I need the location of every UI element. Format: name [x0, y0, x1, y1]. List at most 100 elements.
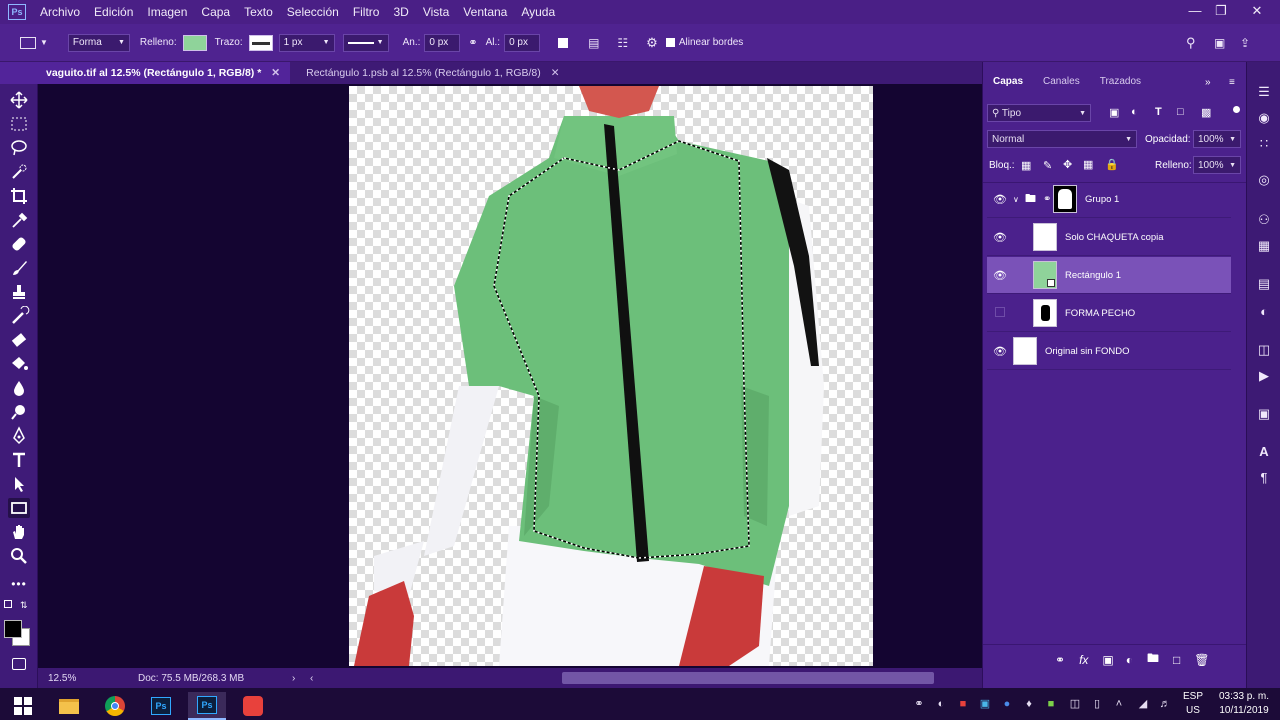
new-group-icon[interactable]: 🖿 — [1147, 649, 1159, 670]
filter-pixel-icon[interactable]: ▣ — [1109, 106, 1119, 119]
tray-app-icon[interactable]: ▣ — [978, 697, 992, 711]
fill-color-swatch[interactable] — [182, 34, 207, 51]
tray-sync-icon[interactable]: ◐ — [934, 697, 948, 711]
width-input[interactable]: 0 px — [424, 33, 461, 52]
share-icon[interactable]: ⇪ — [1240, 36, 1250, 50]
scroll-left-icon[interactable]: ‹ — [310, 673, 313, 684]
clone-stamp-tool-icon[interactable] — [8, 282, 30, 302]
more-tools-icon[interactable]: ••• — [8, 574, 30, 594]
layer-row-original-sin-fondo[interactable]: 👁 Original sin FONDO — [987, 333, 1231, 370]
path-alignment-icon[interactable]: ▤ — [588, 36, 599, 50]
history-icon[interactable]: ◫ — [1256, 342, 1272, 358]
zoom-level[interactable]: 12.5% — [48, 673, 118, 684]
status-menu-arrow-icon[interactable]: › — [292, 673, 295, 684]
zoom-tool-icon[interactable] — [8, 546, 30, 566]
chevron-down-icon[interactable]: ▼ — [40, 38, 48, 47]
adjustments-icon[interactable]: ◉ — [1256, 110, 1272, 126]
height-input[interactable]: 0 px — [504, 33, 541, 52]
horizontal-scrollbar[interactable] — [562, 672, 934, 684]
photoshop-taskbar-icon[interactable]: Ps — [142, 692, 180, 720]
restore-icon[interactable]: ❐ — [1206, 0, 1236, 24]
stroke-width-input[interactable]: 1 px ▼ — [278, 33, 335, 52]
filter-shape-icon[interactable]: □ — [1177, 106, 1184, 118]
menu-3d[interactable]: 3D — [393, 5, 408, 19]
tab-canales[interactable]: Canales — [1033, 70, 1090, 94]
rectangle-tool-preset-icon[interactable] — [20, 36, 36, 49]
close-icon[interactable]: ✕ — [1242, 0, 1272, 24]
lock-artboard-icon[interactable]: ▦ — [1083, 158, 1093, 171]
panel-menu-icon[interactable]: ≡ — [1229, 77, 1235, 88]
menu-archivo[interactable]: Archivo — [40, 5, 80, 19]
filter-toggle-icon[interactable] — [1233, 106, 1240, 113]
paragraph-icon[interactable]: ¶ — [1256, 470, 1272, 486]
close-icon[interactable]: ✕ — [551, 62, 560, 84]
tray-link-icon[interactable]: ⚭ — [912, 697, 926, 711]
hand-tool-icon[interactable] — [8, 522, 30, 542]
paint-bucket-tool-icon[interactable] — [8, 354, 30, 374]
align-edges-checkbox[interactable] — [665, 38, 675, 47]
close-icon[interactable]: ✕ — [271, 62, 280, 84]
link-icon[interactable]: ⚭ — [468, 36, 477, 49]
layer-row-forma-pecho[interactable]: FORMA PECHO — [987, 295, 1231, 332]
layers-icon[interactable]: ☰ — [1256, 84, 1272, 100]
type-tool-icon[interactable] — [8, 450, 30, 470]
panel-collapse-icon[interactable]: » — [1205, 77, 1211, 88]
filter-smart-object-icon[interactable]: ▩ — [1201, 106, 1211, 119]
fx-icon[interactable]: fx — [1079, 653, 1088, 667]
path-operations-icon[interactable] — [558, 37, 569, 48]
move-tool-icon[interactable] — [8, 90, 30, 110]
lock-transparent-icon[interactable]: ▦ — [1021, 159, 1031, 172]
menu-ventana[interactable]: Ventana — [463, 5, 507, 19]
layer-row-grupo-1[interactable]: 👁 ∨ 🖿 ⚭ Grupo 1 — [987, 181, 1231, 218]
visibility-toggle-off[interactable] — [987, 306, 1013, 320]
tray-battery-icon[interactable]: ◫ — [1068, 697, 1082, 711]
opacity-input[interactable]: 100% ▼ — [1193, 130, 1241, 148]
eye-icon[interactable]: 👁 — [987, 231, 1013, 244]
lock-image-icon[interactable]: ✎ — [1043, 159, 1052, 172]
foreground-color-swatch[interactable] — [4, 620, 22, 638]
eye-icon[interactable]: 👁 — [987, 193, 1013, 206]
brush-settings-icon[interactable]: ∷ — [1256, 136, 1272, 152]
fill-opacity-input[interactable]: 100% ▼ — [1193, 156, 1241, 174]
screen-recorder-icon[interactable] — [234, 692, 272, 720]
path-selection-tool-icon[interactable] — [8, 474, 30, 494]
quick-selection-tool-icon[interactable] — [8, 162, 30, 182]
lasso-tool-icon[interactable] — [8, 138, 30, 158]
filter-type-icon[interactable]: T — [1155, 106, 1162, 118]
new-layer-icon[interactable]: □ — [1173, 653, 1180, 667]
lock-all-icon[interactable]: 🔒 — [1105, 158, 1119, 171]
filter-adjustment-icon[interactable]: ◐ — [1131, 106, 1138, 118]
stroke-color-swatch[interactable] — [248, 34, 273, 51]
tray-up-arrow-icon[interactable]: ˄ — [1112, 697, 1126, 711]
tray-mcafee-icon[interactable]: ■ — [956, 697, 970, 711]
windows-start-icon[interactable] — [4, 692, 42, 720]
tab-trazados[interactable]: Trazados — [1090, 70, 1151, 94]
tray-bluetooth-icon[interactable]: ● — [1000, 697, 1014, 711]
file-explorer-icon[interactable] — [50, 692, 88, 720]
gear-icon[interactable]: ⚙ — [646, 35, 658, 51]
add-mask-icon[interactable]: ▣ — [1102, 653, 1113, 667]
actions-icon[interactable]: ▶ — [1256, 368, 1272, 384]
lightbulb-icon[interactable]: ◎ — [1256, 172, 1272, 188]
chrome-icon[interactable] — [96, 692, 134, 720]
tray-dropbox-icon[interactable]: ♦ — [1022, 697, 1036, 711]
blur-tool-icon[interactable] — [8, 378, 30, 398]
search-icon[interactable]: ⚲ — [1186, 35, 1196, 51]
quick-mask-icon[interactable] — [8, 654, 30, 674]
volume-icon[interactable]: ♬ — [1158, 697, 1172, 711]
menu-imagen[interactable]: Imagen — [147, 5, 187, 19]
eyedropper-tool-icon[interactable] — [8, 210, 30, 230]
pen-tool-icon[interactable] — [8, 426, 30, 446]
eraser-tool-icon[interactable] — [8, 330, 30, 350]
photoshop-active-taskbar-icon[interactable]: Ps — [188, 692, 226, 720]
swatches-icon[interactable]: ▦ — [1256, 238, 1272, 254]
menu-ayuda[interactable]: Ayuda — [521, 5, 555, 19]
marquee-tool-icon[interactable] — [8, 114, 30, 134]
swap-colors-icon[interactable]: ⇅ — [20, 600, 28, 611]
menu-seleccion[interactable]: Selección — [287, 5, 339, 19]
path-arrangement-icon[interactable]: ☷ — [617, 36, 628, 50]
clock[interactable]: 03:33 p. m. 10/11/2019 — [1210, 690, 1278, 718]
lock-position-icon[interactable]: ✥ — [1063, 158, 1072, 171]
history-brush-tool-icon[interactable] — [8, 306, 30, 326]
menu-edicion[interactable]: Edición — [94, 5, 133, 19]
